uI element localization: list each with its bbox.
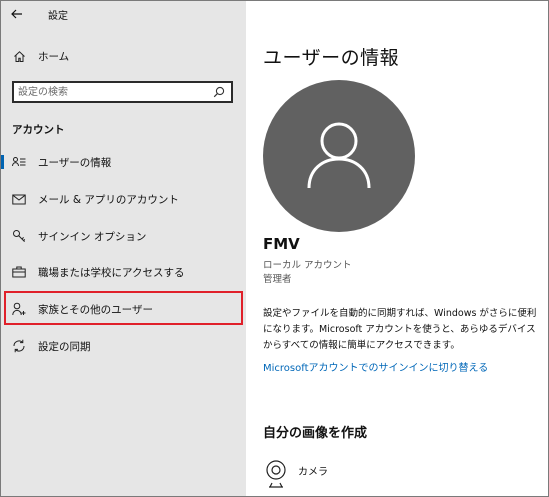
key-icon [12,229,26,243]
arrow-left-icon [11,9,22,19]
account-type: ローカル アカウント [263,260,352,271]
page-title: ユーザーの情報 [263,47,400,69]
search-input[interactable] [14,83,204,101]
sidebar-item-label: ユーザーの情報 [38,157,112,169]
title-bar: 設定 [1,1,246,27]
sidebar-item-mail-accounts[interactable]: メール & アプリのアカウント [1,185,246,213]
user-silhouette-icon [307,122,371,189]
settings-window: 設定 ホーム アカウント [0,0,549,497]
sync-description: 設定やファイルを自動的に同期すれば、Windows がさらに便利になります。Mi… [263,308,537,351]
camera-label: カメラ [298,467,328,478]
picture-section-title: 自分の画像を作成 [263,426,368,441]
section-title: アカウント [12,124,65,136]
home-icon [12,49,26,63]
user-info-icon [12,155,26,169]
switch-to-microsoft-account-link[interactable]: Microsoftアカウントでのサインインに切り替える [263,359,488,374]
back-button[interactable] [5,3,29,25]
sidebar-item-sync-settings[interactable]: 設定の同期 [1,332,246,360]
search-icon [213,86,225,98]
highlight-frame [4,291,243,325]
mail-icon [12,192,26,206]
camera-option[interactable]: カメラ [263,459,413,489]
sidebar-item-label: サインイン オプション [38,231,147,243]
sidebar-item-sign-in-options[interactable]: サインイン オプション [1,222,246,250]
briefcase-icon [12,265,26,279]
sidebar-item-label: 設定の同期 [38,341,91,353]
sidebar-item-label: メール & アプリのアカウント [38,194,179,206]
window-controls [491,1,548,27]
avatar [263,80,415,232]
sidebar-item-label: 職場または学校にアクセスする [38,267,185,279]
main-content: ユーザーの情報 FMV ローカル アカウント 管理者 設定やファイルを自動的に同… [246,1,548,496]
sidebar-item-label: ホーム [38,51,70,63]
user-name: FMV [263,235,300,253]
camera-icon [266,460,286,488]
sidebar: 設定 ホーム アカウント [1,1,246,496]
sidebar-item-home[interactable]: ホーム [1,42,246,70]
user-role: 管理者 [263,274,292,285]
app-title: 設定 [48,11,68,22]
sidebar-item-work-school[interactable]: 職場または学校にアクセスする [1,258,246,286]
sync-icon [12,339,26,353]
sidebar-item-user-info[interactable]: ユーザーの情報 [1,148,246,176]
search-box[interactable] [12,81,233,103]
